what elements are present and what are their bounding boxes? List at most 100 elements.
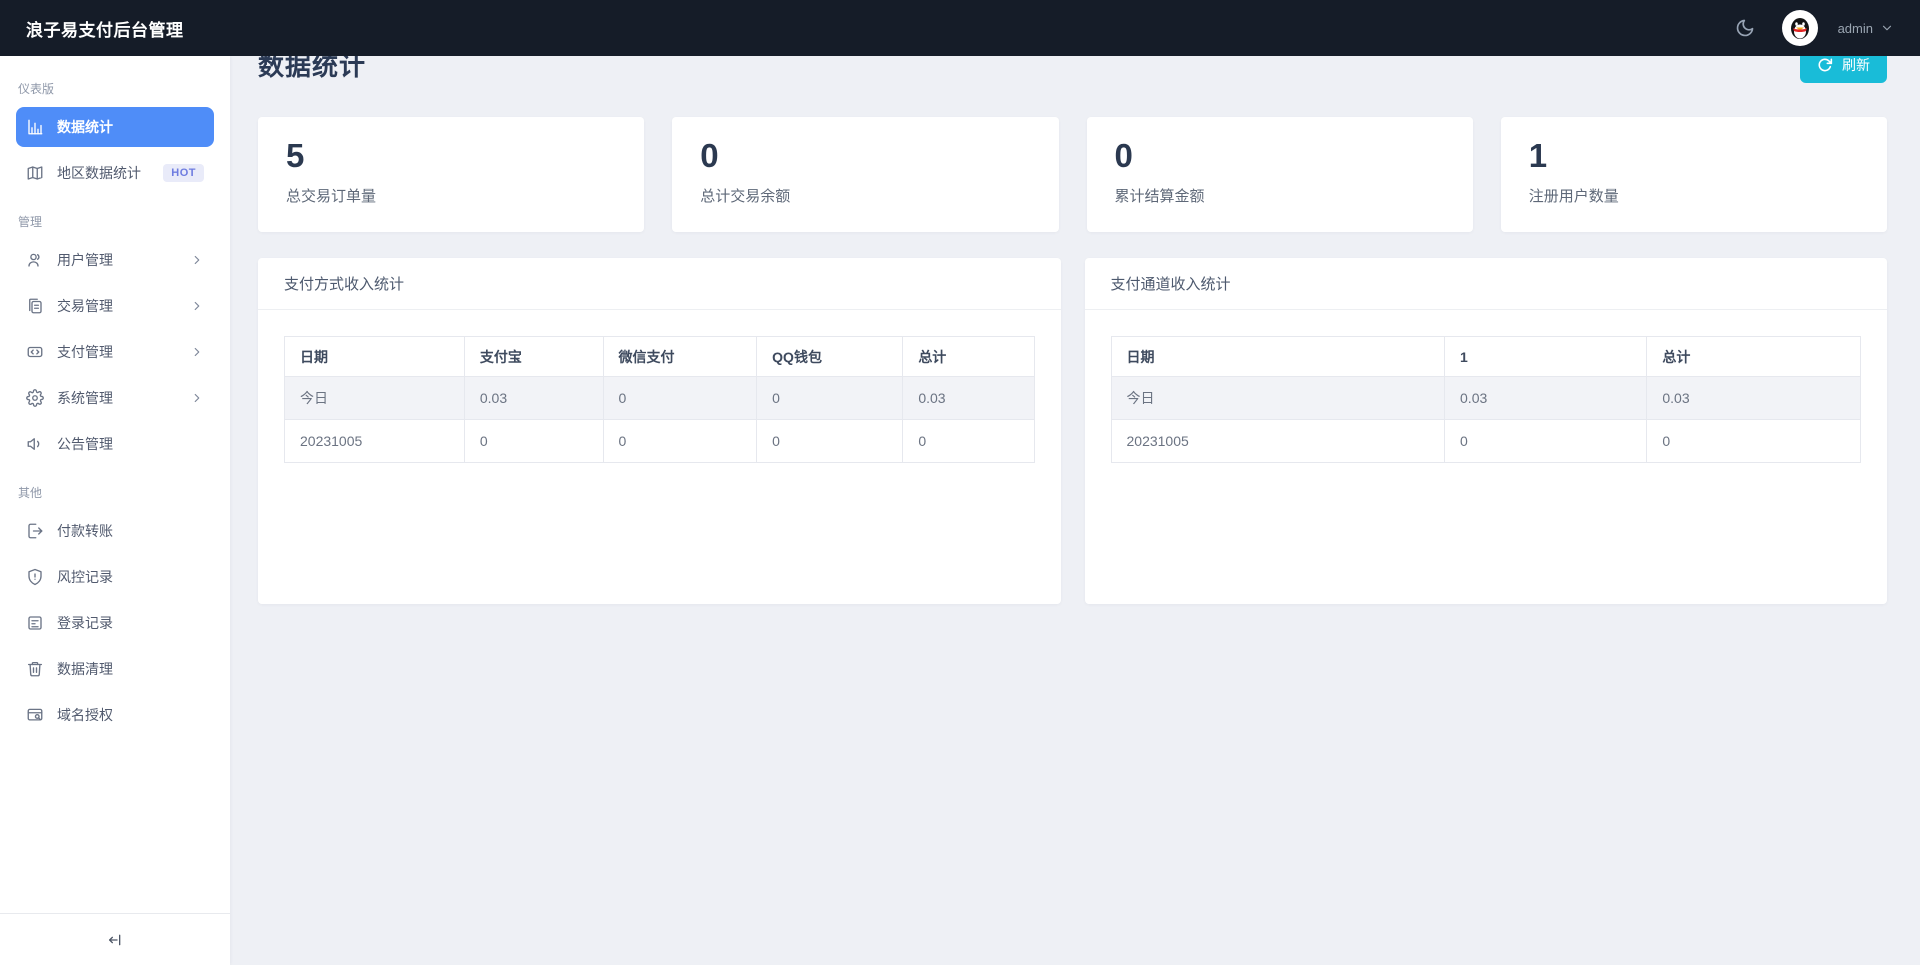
payment-transfer-icon: [26, 343, 44, 361]
stat-cards-row: 5 总交易订单量 0 总计交易余额 0 累计结算金额 1 注册用户数量: [258, 117, 1887, 232]
table-cell: 0: [1647, 420, 1861, 463]
bar-chart-icon: [26, 118, 44, 136]
sidebar-item-transfer[interactable]: 付款转账: [16, 511, 214, 551]
table-cell: 0: [757, 420, 903, 463]
main-content: 数据统计 刷新 5总交易订单量0总计交易余额0累计结算金额1注册用户数量 支付方…: [230, 0, 1920, 965]
sidebar-section: 其他付款转账风控记录登录记录数据清理域名授权: [0, 478, 230, 735]
sidebar-item-user-mgmt[interactable]: 用户管理: [16, 240, 214, 280]
speaker-icon: [26, 435, 44, 453]
sidebar-item-login-log[interactable]: 登录记录: [16, 603, 214, 643]
table-cell: 0: [757, 377, 903, 420]
column-header: 总计: [1647, 337, 1861, 377]
payment-method-stats-card: 支付方式收入统计日期支付宝微信支付QQ钱包总计今日0.03000.0320231…: [258, 258, 1061, 604]
shield-icon: [26, 568, 44, 586]
stat-label: 注册用户数量: [1529, 185, 1859, 206]
table-card-title: 支付通道收入统计: [1085, 258, 1888, 310]
column-header: 总计: [903, 337, 1034, 377]
refresh-icon: [1817, 57, 1833, 73]
stat-label: 总计交易余额: [700, 185, 1030, 206]
transfer-out-icon: [26, 522, 44, 540]
table-row: 今日0.03000.03: [285, 377, 1035, 420]
trash-icon: [26, 660, 44, 678]
stat-label: 总交易订单量: [286, 185, 616, 206]
table-card-body: 日期1总计今日0.030.032023100500: [1085, 310, 1888, 489]
sidebar-item-system-mgmt[interactable]: 系统管理: [16, 378, 214, 418]
collapse-sidebar-icon: [107, 932, 123, 948]
table-card-body: 日期支付宝微信支付QQ钱包总计今日0.03000.03202310050000: [258, 310, 1061, 489]
sidebar-section-label: 其他: [0, 478, 230, 511]
table-cell: 今日: [285, 377, 465, 420]
sidebar-item-label: 风控记录: [57, 567, 113, 587]
stat-card: 0 总计交易余额: [672, 117, 1058, 232]
sidebar-section-label: 仪表版: [0, 74, 230, 107]
stat-label: 累计结算金额: [1115, 185, 1445, 206]
dark-mode-toggle[interactable]: [1728, 11, 1762, 45]
payment-channel-stats-card: 支付通道收入统计日期1总计今日0.030.032023100500: [1085, 258, 1888, 604]
sidebar-collapse-button[interactable]: [97, 922, 133, 958]
chevron-right-icon: [190, 253, 204, 267]
sidebar-item-announcement-mgmt[interactable]: 公告管理: [16, 424, 214, 464]
stat-value: 5: [286, 137, 616, 175]
gear-icon: [26, 389, 44, 407]
table-row: 2023100500: [1111, 420, 1861, 463]
table-header-row: 日期1总计: [1111, 337, 1861, 377]
chevron-right-icon: [190, 391, 204, 405]
sidebar-item-stats[interactable]: 数据统计: [16, 107, 214, 147]
domain-icon: [26, 706, 44, 724]
sidebar-item-domain-auth[interactable]: 域名授权: [16, 695, 214, 735]
penguin-avatar-icon: [1786, 14, 1814, 42]
sidebar-item-label: 公告管理: [57, 434, 113, 454]
table-card-title: 支付方式收入统计: [258, 258, 1061, 310]
table-cards-row: 支付方式收入统计日期支付宝微信支付QQ钱包总计今日0.03000.0320231…: [258, 258, 1887, 604]
users-icon: [26, 251, 44, 269]
table-cell: 0: [903, 420, 1034, 463]
table-row: 今日0.030.03: [1111, 377, 1861, 420]
table-cell: 0.03: [1445, 377, 1647, 420]
column-header: 日期: [1111, 337, 1445, 377]
table-cell: 0.03: [464, 377, 603, 420]
documents-icon: [26, 297, 44, 315]
table-row: 202310050000: [285, 420, 1035, 463]
chevron-down-icon: [1880, 21, 1894, 35]
log-list-icon: [26, 614, 44, 632]
sidebar-item-data-clean[interactable]: 数据清理: [16, 649, 214, 689]
sidebar-item-risk-log[interactable]: 风控记录: [16, 557, 214, 597]
sidebar-section: 管理用户管理交易管理支付管理系统管理公告管理: [0, 207, 230, 464]
username: admin: [1838, 21, 1873, 36]
column-header: 日期: [285, 337, 465, 377]
table-header-row: 日期支付宝微信支付QQ钱包总计: [285, 337, 1035, 377]
payment-channel-stats-table: 日期1总计今日0.030.032023100500: [1111, 336, 1862, 463]
user-menu[interactable]: admin: [1838, 21, 1894, 36]
refresh-button-label: 刷新: [1842, 55, 1870, 75]
sidebar-item-trade-mgmt[interactable]: 交易管理: [16, 286, 214, 326]
sidebar-item-label: 地区数据统计: [57, 163, 141, 183]
topbar: 浪子易支付后台管理 admin: [0, 0, 1920, 56]
column-header: 1: [1445, 337, 1647, 377]
sidebar-item-label: 系统管理: [57, 388, 113, 408]
stat-value: 1: [1529, 137, 1859, 175]
column-header: 支付宝: [464, 337, 603, 377]
sidebar-item-region-stats[interactable]: 地区数据统计HOT: [16, 153, 214, 193]
sidebar-item-label: 用户管理: [57, 250, 113, 270]
sidebar-nav: 仪表版数据统计地区数据统计HOT 管理用户管理交易管理支付管理系统管理公告管理其他…: [0, 56, 230, 913]
app-title: 浪子易支付后台管理: [26, 16, 184, 41]
stat-value: 0: [700, 137, 1030, 175]
payment-method-stats-table: 日期支付宝微信支付QQ钱包总计今日0.03000.03202310050000: [284, 336, 1035, 463]
table-cell: 0: [603, 377, 757, 420]
sidebar-section: 仪表版数据统计地区数据统计HOT: [0, 74, 230, 193]
table-cell: 0: [1445, 420, 1647, 463]
stat-card: 5 总交易订单量: [258, 117, 644, 232]
sidebar-item-label: 交易管理: [57, 296, 113, 316]
table-cell: 今日: [1111, 377, 1445, 420]
chevron-right-icon: [190, 345, 204, 359]
sidebar-section-label: 管理: [0, 207, 230, 240]
table-cell: 20231005: [1111, 420, 1445, 463]
sidebar-item-label: 支付管理: [57, 342, 113, 362]
sidebar-item-payment-mgmt[interactable]: 支付管理: [16, 332, 214, 372]
sidebar-item-label: 登录记录: [57, 613, 113, 633]
avatar[interactable]: [1782, 10, 1818, 46]
sidebar-item-label: 付款转账: [57, 521, 113, 541]
stat-card: 1 注册用户数量: [1501, 117, 1887, 232]
stat-value: 0: [1115, 137, 1445, 175]
sidebar: 仪表版数据统计地区数据统计HOT 管理用户管理交易管理支付管理系统管理公告管理其他…: [0, 56, 230, 965]
